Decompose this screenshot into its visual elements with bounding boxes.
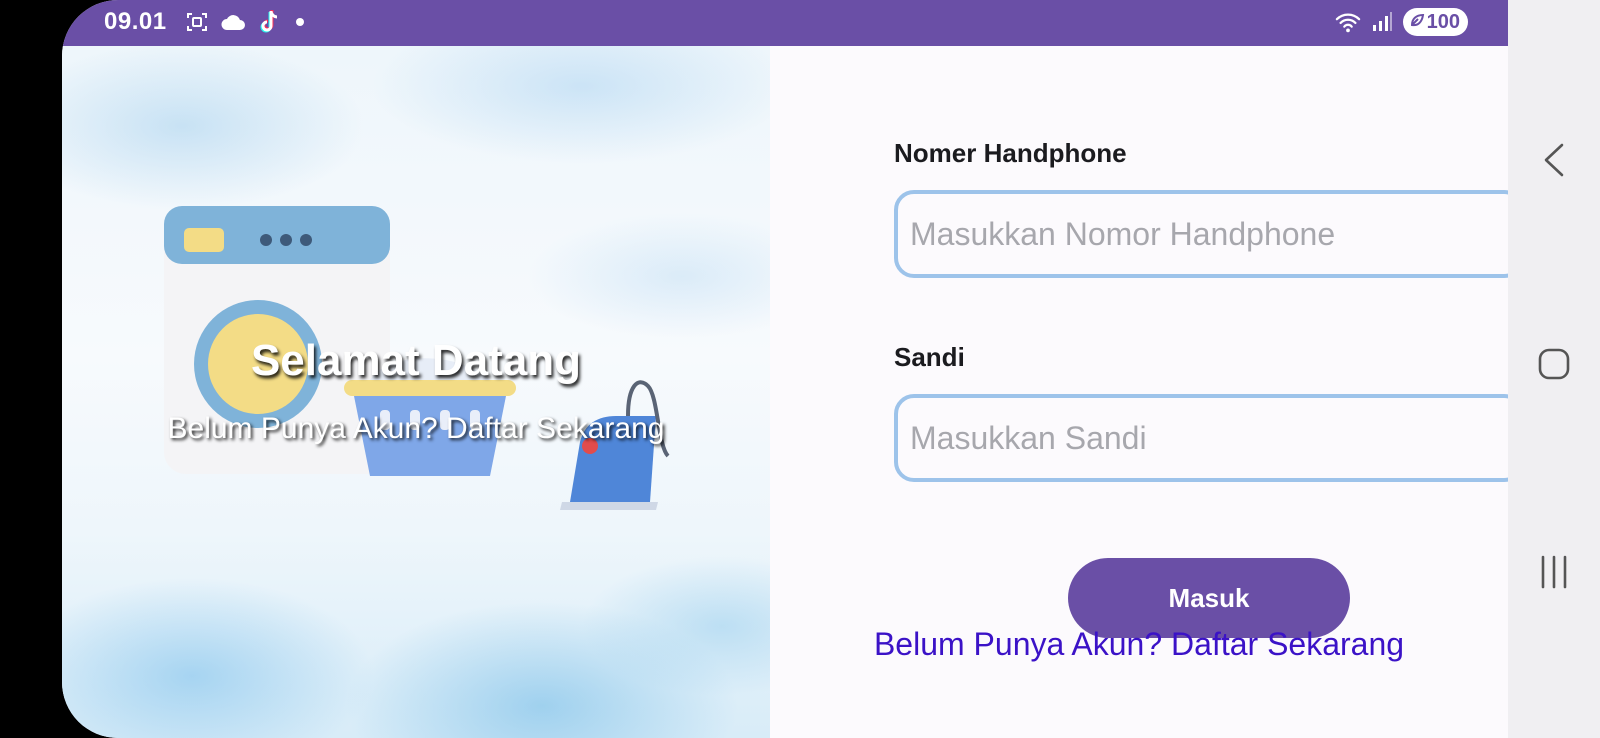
back-icon[interactable] xyxy=(1534,140,1574,180)
status-icons-left xyxy=(184,9,304,35)
password-label: Sandi xyxy=(894,342,965,372)
battery-indicator: 100 xyxy=(1402,8,1468,36)
welcome-subtitle: Belum Punya Akun? Daftar Sekarang xyxy=(167,412,665,445)
welcome-title: Selamat Datang xyxy=(250,336,582,385)
battery-saver-icon xyxy=(1409,11,1425,34)
signal-icon xyxy=(1369,9,1395,35)
notification-dot-icon xyxy=(296,18,304,26)
navigation-bar xyxy=(1508,0,1600,738)
wifi-icon xyxy=(1335,9,1361,35)
welcome-panel: Selamat Datang Belum Punya Akun? Daftar … xyxy=(62,46,770,738)
screenshot-icon xyxy=(184,9,210,35)
tiktok-icon xyxy=(256,9,282,35)
register-link[interactable]: Belum Punya Akun? Daftar Sekarang xyxy=(770,626,1508,663)
phone-label: Nomer Handphone xyxy=(894,138,1127,168)
battery-level: 100 xyxy=(1426,10,1460,33)
iron-image xyxy=(560,380,670,510)
password-input[interactable] xyxy=(894,394,1508,482)
status-time: 09.01 xyxy=(104,8,167,35)
cloud-icon xyxy=(220,9,246,35)
status-bar: 09.01 100 xyxy=(62,0,1508,46)
home-icon[interactable] xyxy=(1534,344,1574,384)
recents-icon[interactable] xyxy=(1534,552,1574,592)
status-icons-right: 100 xyxy=(1335,8,1468,36)
phone-input[interactable] xyxy=(894,190,1508,278)
